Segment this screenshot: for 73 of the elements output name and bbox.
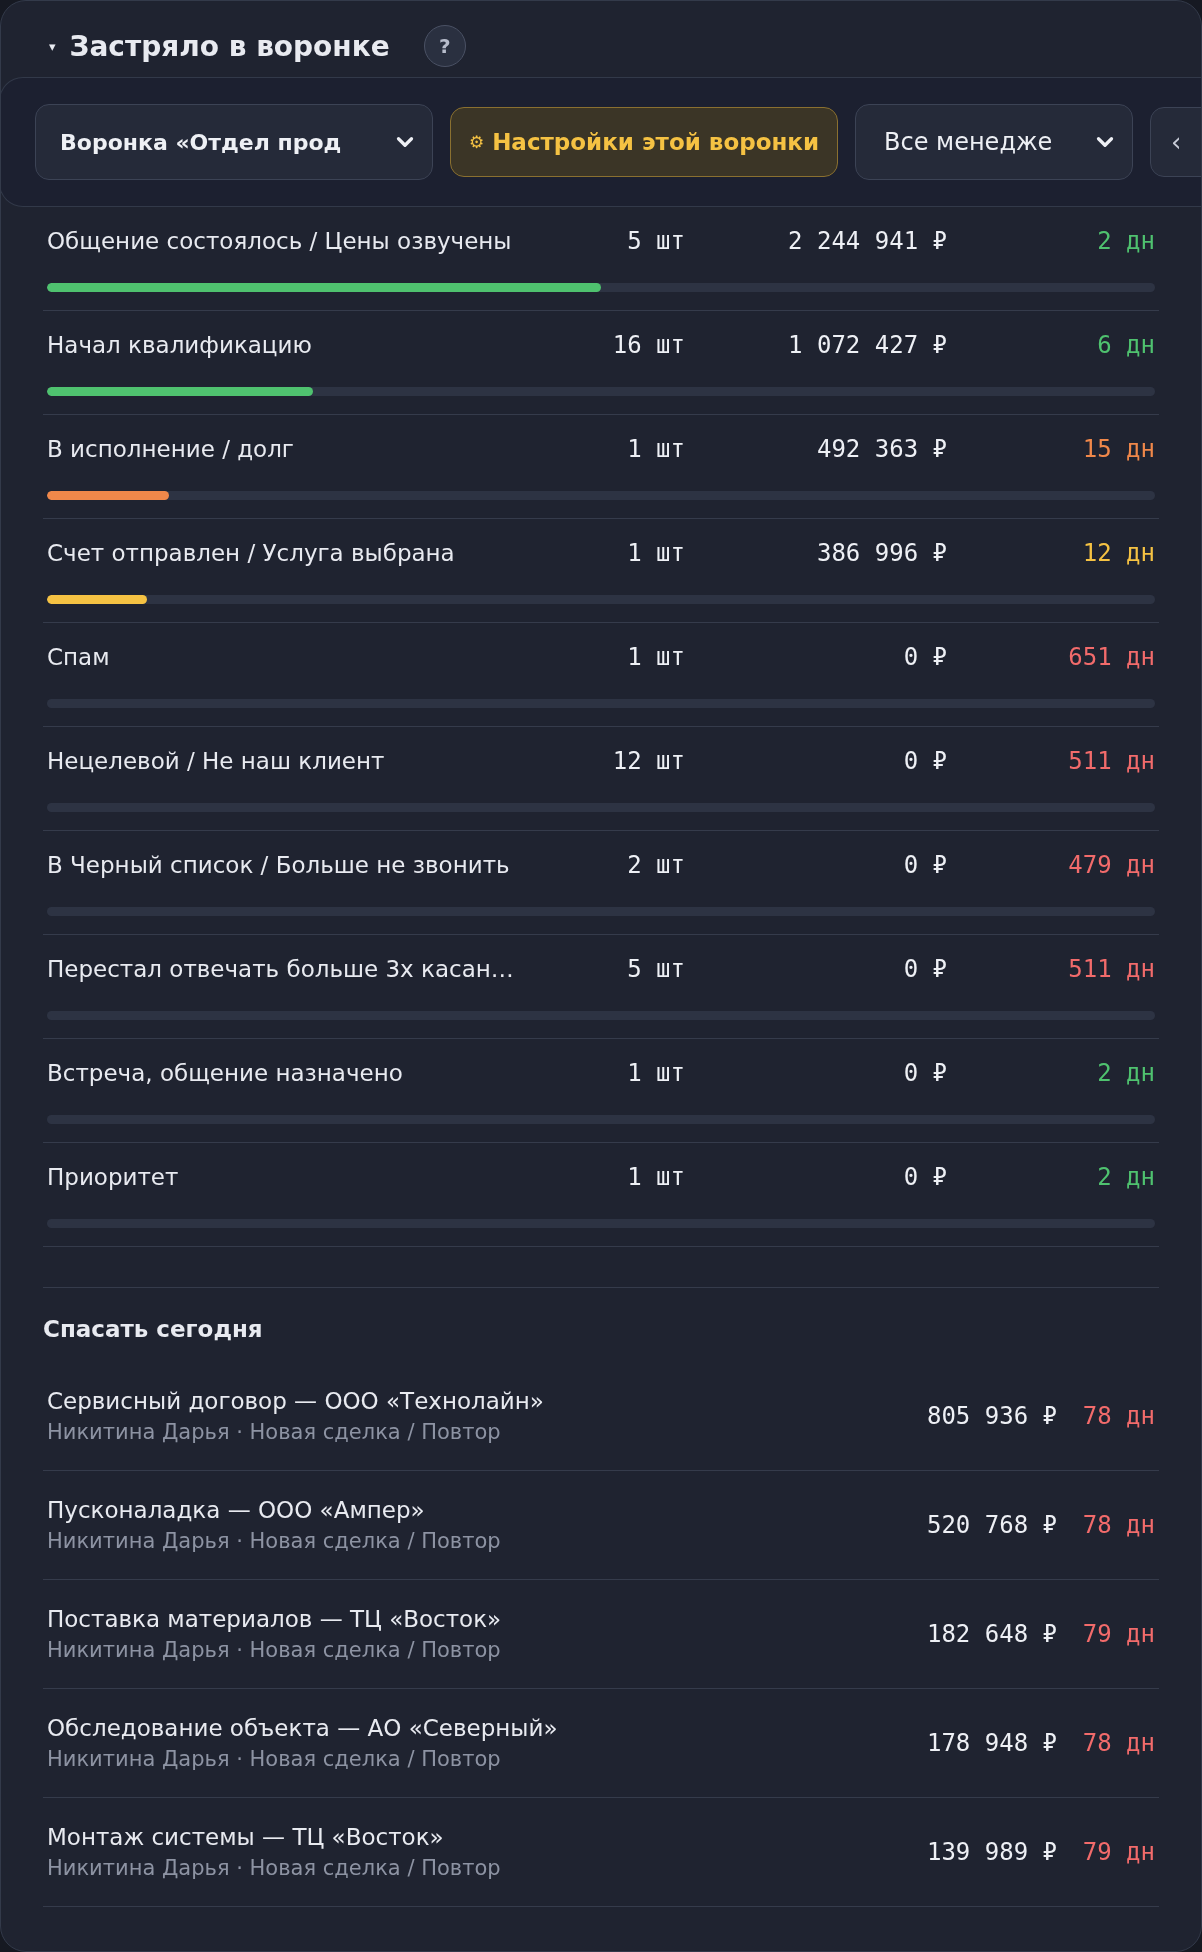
deal-amount: 182 648 ₽ [926, 1620, 1057, 1648]
stage-amount: 0 ₽ [902, 955, 947, 983]
settings-button[interactable]: ⚙ Настройки этой воронки [450, 107, 838, 177]
stage-name: Перестал отвечать больше 3х касан… [47, 956, 515, 982]
deal-row[interactable]: Поставка материалов — ТЦ «Восток» Никитина Дарья · Новая сделка / Повтор 182 648 ₽ 79 дн [43, 1580, 1159, 1689]
deal-title: Поставка материалов — ТЦ «Восток» [47, 1606, 503, 1632]
stage-name: Нецелевой / Не наш клиент [47, 748, 386, 774]
help-icon[interactable]: ? [423, 25, 466, 67]
stage-amount: 386 996 ₽ [815, 539, 947, 567]
days-stuck: 511 дн [1067, 747, 1155, 775]
deal-title: Пусконаладка — ООО «Ампер» [47, 1497, 426, 1523]
deal-row[interactable]: Монтаж системы — ТЦ «Восток» Никитина Дарья · Новая сделка / Повтор 139 989 ₽ 79 дн [43, 1798, 1159, 1907]
deal-subtitle: Никитина Дарья · Новая сделка / Повтор [47, 1638, 502, 1662]
days-stuck: 12 дн [1081, 539, 1155, 567]
days-stuck: 479 дн [1067, 851, 1155, 879]
stage-amount: 0 ₽ [902, 747, 947, 775]
deal-count: 5 шт [626, 227, 685, 255]
stage-amount: 0 ₽ [902, 1163, 947, 1191]
deal-count: 2 шт [626, 851, 685, 879]
deal-count: 1 шт [626, 1163, 685, 1191]
stage-name: Приоритет [47, 1164, 180, 1190]
collapse-toggle[interactable]: ▾ [49, 39, 56, 54]
deal-row[interactable]: Пусконаладка — ООО «Ампер» Никитина Дарья · Новая сделка / Повтор 520 768 ₽ 78 дн [43, 1471, 1159, 1580]
stage-name: Встреча, общение назначено [47, 1060, 404, 1086]
stage-name: Спам [47, 644, 111, 670]
deal-subtitle: Никитина Дарья · Новая сделка / Повтор [47, 1420, 502, 1444]
deal-count: 16 шт [611, 331, 685, 359]
deal-title: Монтаж системы — ТЦ «Восток» [47, 1824, 445, 1850]
manager-select[interactable]: Все менедже [855, 104, 1133, 180]
stage-amount: 492 363 ₽ [815, 435, 947, 463]
deal-count: 1 шт [626, 435, 685, 463]
days-stuck: 2 дн [1096, 1059, 1155, 1087]
days-stuck: 6 дн [1096, 331, 1155, 359]
stage-amount: 0 ₽ [902, 851, 947, 879]
days-stuck: 15 дн [1081, 435, 1155, 463]
stage-name: В исполнение / долг [47, 436, 295, 462]
stage-name: Счет отправлен / Услуга выбрана [47, 540, 456, 566]
days-stuck: 78 дн [1081, 1402, 1155, 1430]
stage-amount: 1 072 427 ₽ [787, 331, 947, 359]
deal-count: 5 шт [626, 955, 685, 983]
deal-row[interactable]: Сервисный договор — ООО «Технолайн» Никитина Дарья · Новая сделка / Повтор 805 936 ₽ 78 дн [43, 1362, 1159, 1471]
deal-row[interactable]: Обследование объекта — АО «Северный» Никитина Дарья · Новая сделка / Повтор 178 948 ₽ 78 дн [43, 1689, 1159, 1798]
days-stuck: 79 дн [1081, 1838, 1155, 1866]
days-stuck: 651 дн [1067, 643, 1155, 671]
deal-amount: 805 936 ₽ [926, 1402, 1057, 1430]
deal-count: 1 шт [626, 539, 685, 567]
deal-amount: 520 768 ₽ [926, 1511, 1057, 1539]
days-stuck: 2 дн [1096, 1163, 1155, 1191]
days-stuck: 78 дн [1081, 1729, 1155, 1757]
deal-count: 1 шт [626, 1059, 685, 1087]
deal-title: Сервисный договор — ООО «Технолайн» [47, 1388, 545, 1414]
funnel-select[interactable]: Воронка «Отдел прод [35, 104, 433, 180]
stage-name: Начал квалификацию [47, 332, 313, 358]
deal-amount: 178 948 ₽ [926, 1729, 1057, 1757]
deal-count: 12 шт [611, 747, 685, 775]
section-title: Застряло в воронке [69, 29, 390, 63]
deal-count: 1 шт [626, 643, 685, 671]
deal-amount: 139 989 ₽ [926, 1838, 1057, 1866]
days-stuck: 2 дн [1096, 227, 1155, 255]
stage-name: В Черный список / Больше не звонить [47, 852, 511, 878]
deal-subtitle: Никитина Дарья · Новая сделка / Повтор [47, 1747, 502, 1771]
stage-amount: 2 244 941 ₽ [787, 227, 947, 255]
deal-subtitle: Никитина Дарья · Новая сделка / Повтор [47, 1529, 502, 1553]
stage-amount: 0 ₽ [902, 643, 947, 671]
days-stuck: 78 дн [1081, 1511, 1155, 1539]
deal-title: Обследование объекта — АО «Северный» [47, 1715, 559, 1741]
days-stuck: 511 дн [1067, 955, 1155, 983]
stage-name: Общение состоялось / Цены озвучены [47, 228, 513, 254]
days-stuck: 79 дн [1081, 1620, 1155, 1648]
deal-subtitle: Никитина Дарья · Новая сделка / Повтор [47, 1856, 502, 1880]
previous-button[interactable]: ‹ [1150, 107, 1201, 177]
rescue-title: Спасать сегодня [43, 1316, 264, 1342]
stage-amount: 0 ₽ [902, 1059, 947, 1087]
